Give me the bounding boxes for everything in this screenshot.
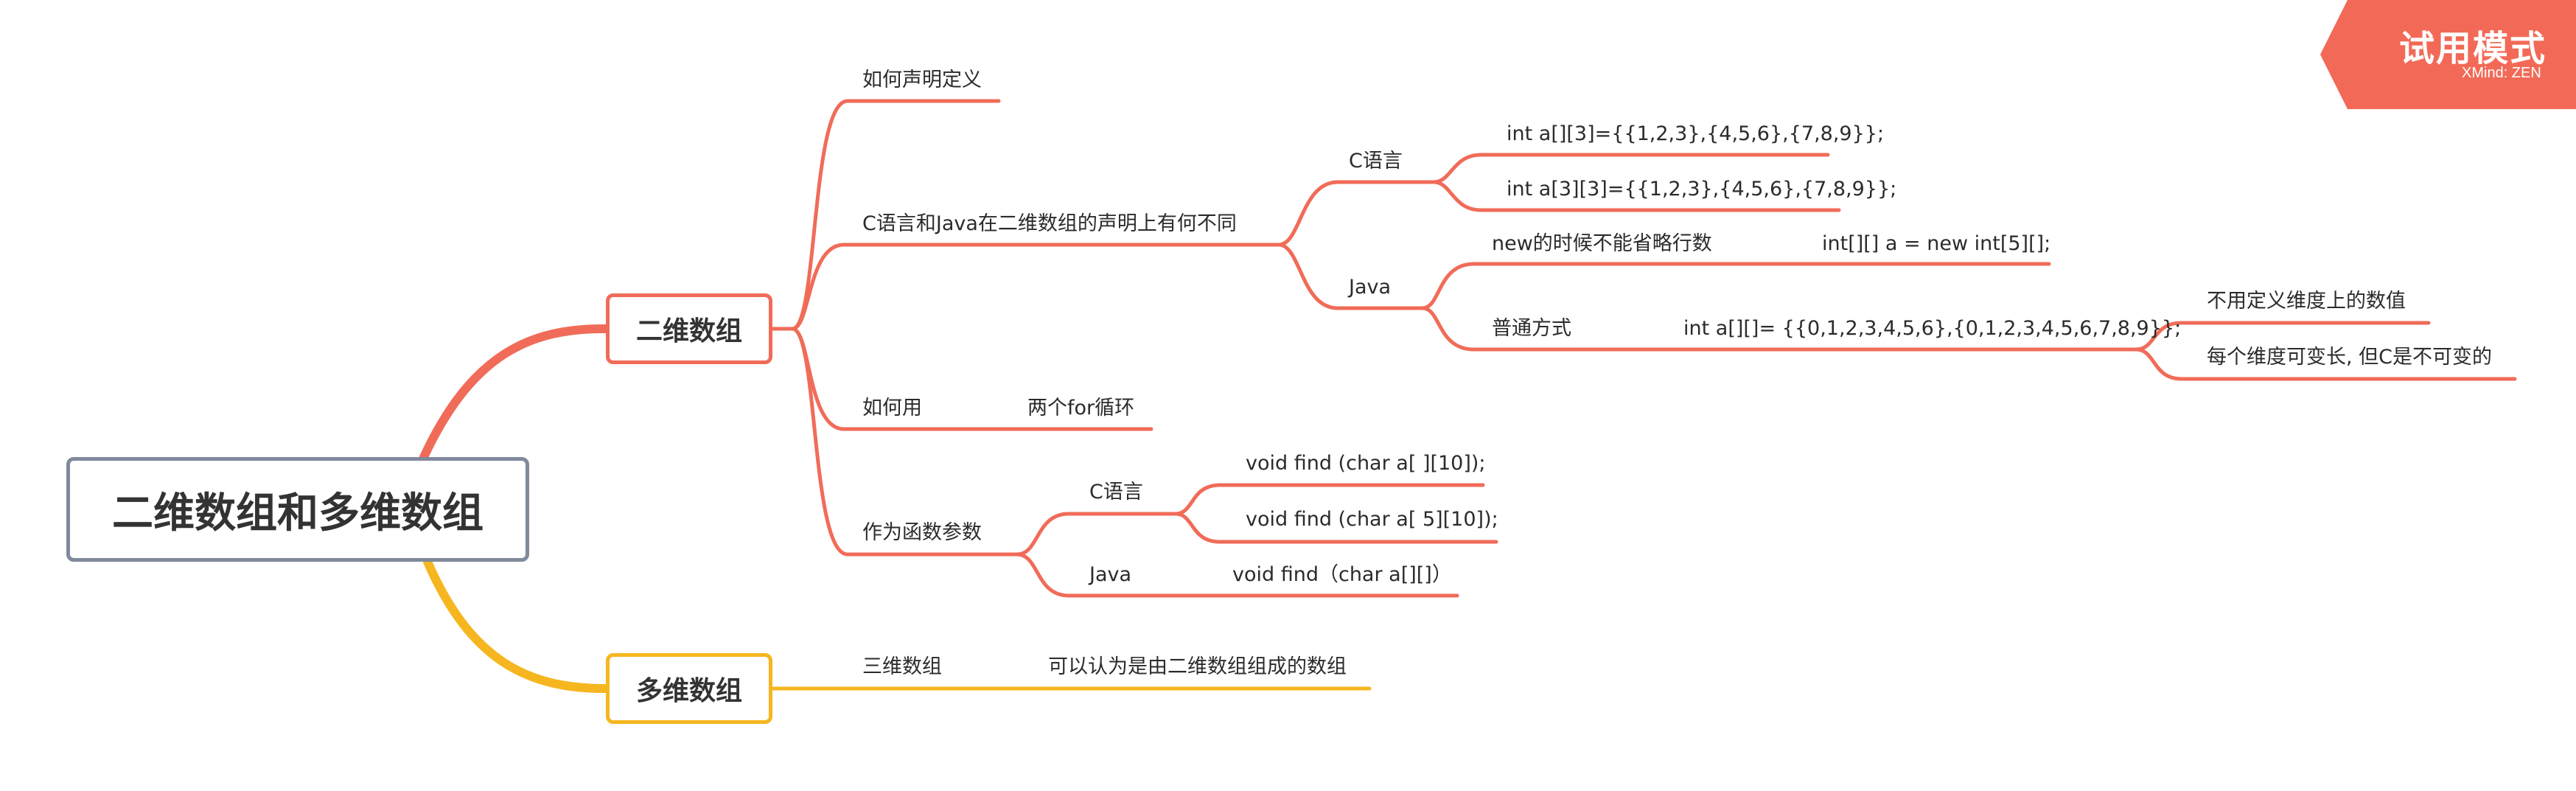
subtopic-java-normal[interactable]: 普通方式: [1492, 316, 1571, 341]
connector-two-d-diff: [790, 243, 1281, 331]
xmind-brand-logo: XMind: ZEN: [2462, 65, 2541, 81]
subtopic-diff-c-ex2[interactable]: int a[3][3]={{1,2,3},{4,5,6},{7,8,9}};: [1507, 177, 1896, 202]
subtopic-diff-c[interactable]: C语言: [1349, 149, 1403, 174]
subtopic-declare[interactable]: 如何声明定义: [862, 68, 982, 93]
connector-root-multi-d: [423, 557, 610, 693]
topic-multi-d-array[interactable]: 多维数组: [606, 653, 772, 724]
connector-diff-c: [1277, 180, 1436, 247]
connector-root-two-d: [419, 324, 610, 461]
subtopic-three-d-detail[interactable]: 可以认为是由二维数组组成的数组: [1048, 655, 1347, 680]
subtopic-java-note2[interactable]: 每个维度可变长, 但C是不可变的: [2207, 345, 2492, 370]
subtopic-diff-java[interactable]: Java: [1349, 275, 1391, 300]
subtopic-param-java-ex[interactable]: void find（char a[][]）: [1232, 562, 1452, 588]
subtopic-three-d[interactable]: 三维数组: [862, 655, 942, 680]
subtopic-param-c-ex1[interactable]: void find (char a[ ][10]);: [1246, 451, 1486, 476]
subtopic-param[interactable]: 作为函数参数: [862, 520, 982, 546]
subtopic-java-note1[interactable]: 不用定义维度上的数值: [2207, 289, 2406, 314]
subtopic-java-normal-example[interactable]: int a[][]= {{0,1,2,3,4,5,6},{0,1,2,3,4,5…: [1683, 316, 2181, 341]
trial-mode-badge[interactable]: 试用模式: [2399, 19, 2547, 71]
subtopic-java-new-rule[interactable]: new的时候不能省略行数: [1492, 231, 1712, 257]
central-topic[interactable]: 二维数组和多维数组: [66, 457, 529, 562]
connector-param-c: [1015, 512, 1178, 557]
subtopic-diff-c-ex1[interactable]: int a[][3]={{1,2,3},{4,5,6},{7,8,9}};: [1507, 122, 1884, 147]
subtopic-use-detail[interactable]: 两个for循环: [1027, 396, 1134, 421]
subtopic-use[interactable]: 如何用: [862, 396, 922, 421]
topic-two-d-array[interactable]: 二维数组: [606, 293, 772, 364]
subtopic-diff[interactable]: C语言和Java在二维数组的声明上有何不同: [862, 212, 1237, 237]
subtopic-param-c-ex2[interactable]: void find (char a[ 5][10]);: [1246, 507, 1498, 532]
subtopic-java-new-example[interactable]: int[][] a = new int[5][];: [1822, 231, 2050, 257]
connector-java-new: [1420, 262, 1720, 310]
subtopic-param-java[interactable]: Java: [1089, 562, 1131, 588]
subtopic-param-c[interactable]: C语言: [1089, 480, 1143, 505]
